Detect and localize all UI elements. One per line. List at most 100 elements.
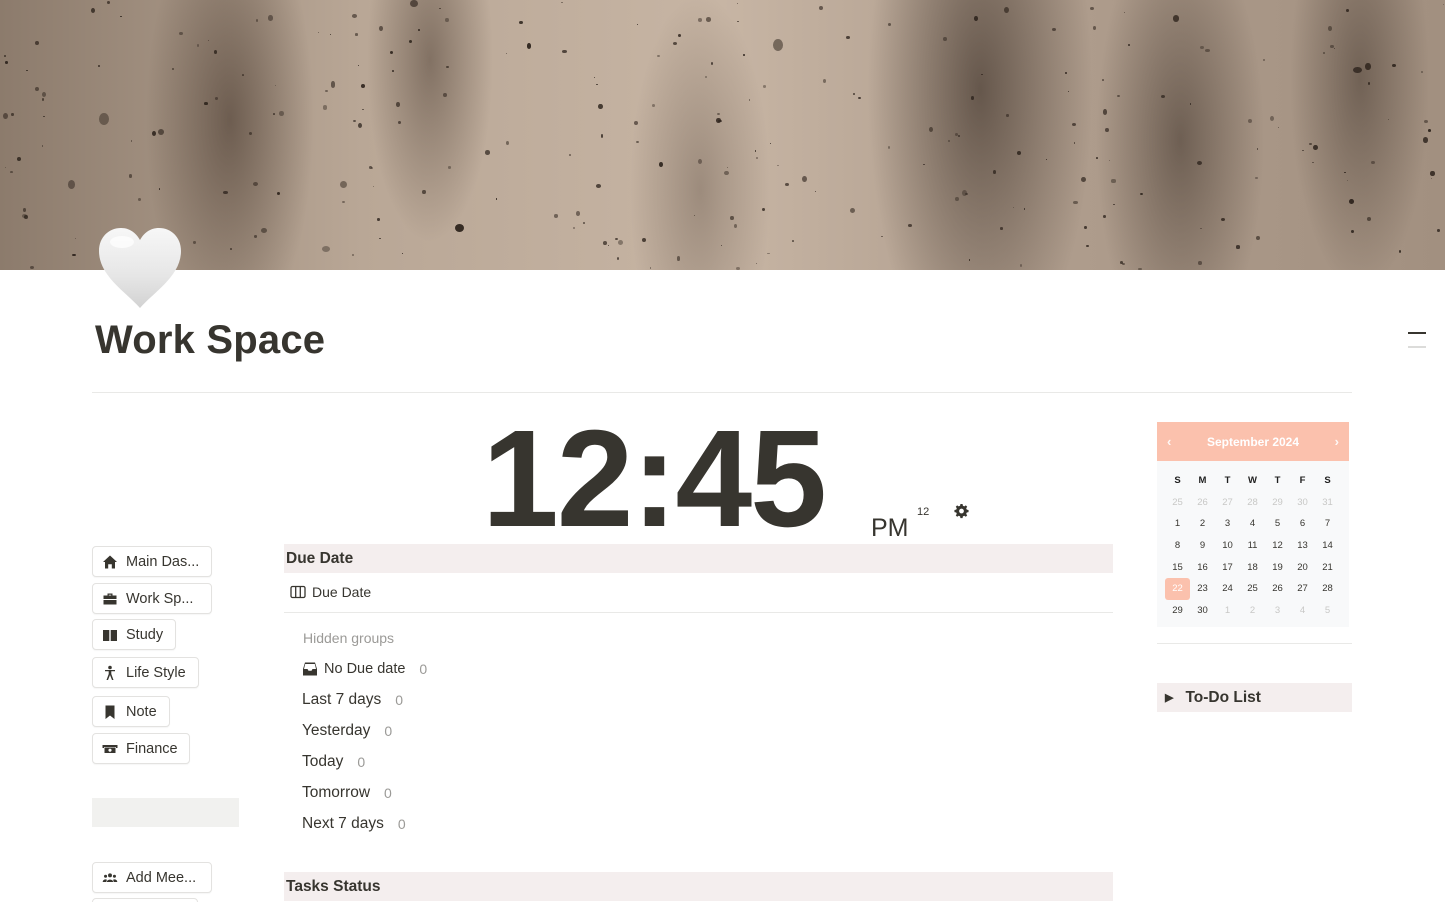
group-label: No Due date [324, 661, 406, 677]
calendar-day[interactable]: 1 [1165, 513, 1190, 535]
cover-speck [151, 130, 156, 137]
calendar-day[interactable]: 20 [1290, 556, 1315, 578]
calendar-day[interactable]: 12 [1265, 535, 1290, 557]
cover-speck [1311, 161, 1314, 164]
chevron-left-icon[interactable]: ‹ [1167, 434, 1171, 449]
calendar-day[interactable]: 7 [1315, 513, 1340, 535]
calendar-day[interactable]: 17 [1215, 556, 1240, 578]
group-yesterday[interactable]: Yesterday 0 [302, 722, 392, 740]
group-tomorrow[interactable]: Tomorrow 0 [302, 784, 392, 802]
calendar-day-today[interactable]: 22 [1165, 577, 1190, 600]
calendar-day[interactable]: 14 [1315, 535, 1340, 557]
cover-speck [253, 181, 259, 187]
calendar-day[interactable]: 16 [1190, 556, 1215, 578]
calendar-day[interactable]: 21 [1315, 556, 1340, 578]
calendar-day[interactable]: 1 [1215, 600, 1240, 622]
calendar-day[interactable]: 2 [1190, 513, 1215, 535]
calendar-day[interactable]: 2 [1240, 600, 1265, 622]
cover-speck [1004, 7, 1009, 14]
nav-button-finance[interactable]: Finance [92, 733, 190, 764]
due-date-header[interactable]: Due Date [284, 544, 1113, 573]
calendar-day[interactable]: 15 [1165, 556, 1190, 578]
cover-speck [357, 123, 362, 129]
page-title[interactable]: Work Space [95, 318, 325, 363]
calendar-day[interactable]: 10 [1215, 535, 1240, 557]
calendar-day[interactable]: 29 [1165, 600, 1190, 622]
cover-speck [755, 262, 758, 264]
calendar-day[interactable]: 3 [1215, 513, 1240, 535]
group-last-7-days[interactable]: Last 7 days 0 [302, 691, 403, 709]
page-cover-image[interactable] [0, 0, 1445, 270]
group-next-7-days[interactable]: Next 7 days 0 [302, 815, 406, 833]
nav-button-note[interactable]: Note [92, 696, 170, 727]
calendar-day[interactable]: 30 [1190, 600, 1215, 622]
tasks-status-header[interactable]: Tasks Status [284, 872, 1113, 901]
cover-speck [676, 256, 681, 261]
cover-speck [362, 108, 364, 110]
cover-speck [1256, 236, 1261, 241]
group-today[interactable]: Today 0 [302, 753, 365, 771]
calendar-day[interactable]: 28 [1240, 492, 1265, 514]
calendar-day[interactable]: 31 [1315, 492, 1340, 514]
calendar-day[interactable]: 29 [1265, 492, 1290, 514]
chevron-right-icon[interactable]: › [1335, 434, 1339, 449]
cover-speck [1084, 225, 1088, 230]
cover-speck [852, 93, 855, 95]
clock-ampm: PM [871, 514, 909, 542]
cover-speck [743, 54, 745, 57]
todo-list-toggle[interactable]: ▶ To-Do List [1157, 683, 1352, 712]
calendar-day[interactable]: 24 [1215, 578, 1240, 600]
triangle-right-icon[interactable]: ▶ [1165, 691, 1173, 704]
calendar-day[interactable]: 26 [1190, 492, 1215, 514]
cover-speck [1248, 119, 1253, 124]
calendar-day[interactable]: 23 [1190, 578, 1215, 600]
nav-button-main-dashboard[interactable]: Main Das... [92, 546, 212, 577]
group-label: Last 7 days [302, 691, 382, 708]
calendar-day[interactable]: 6 [1290, 513, 1315, 535]
cover-speck [887, 145, 890, 149]
cover-speck [641, 238, 646, 243]
add-meeting-button[interactable]: Add Mee... [92, 862, 212, 893]
cover-speck [908, 224, 912, 227]
cover-speck [1353, 66, 1362, 73]
calendar-day[interactable]: 11 [1240, 535, 1265, 557]
calendar-day[interactable]: 26 [1265, 578, 1290, 600]
gear-icon[interactable] [954, 504, 969, 519]
group-label: Yesterday [302, 722, 371, 739]
hidden-groups-label[interactable]: Hidden groups [303, 630, 394, 646]
nav-button-life-style[interactable]: Life Style [92, 657, 199, 688]
calendar-day[interactable]: 5 [1315, 600, 1340, 622]
calendar-day[interactable]: 25 [1240, 578, 1265, 600]
calendar-day[interactable]: 27 [1290, 578, 1315, 600]
cover-speck [572, 227, 575, 230]
cover-speck [267, 15, 273, 21]
nav-button-study[interactable]: Study [92, 619, 176, 650]
white-heart-icon[interactable] [96, 226, 184, 310]
cover-speck [618, 240, 624, 245]
calendar-day[interactable]: 5 [1265, 513, 1290, 535]
calendar-day[interactable]: 25 [1165, 492, 1190, 514]
cover-speck [3, 113, 9, 120]
calendar-day[interactable]: 9 [1190, 535, 1215, 557]
clock-format-toggle[interactable]: 12 [917, 506, 929, 518]
cover-speck [888, 23, 892, 26]
calendar-day[interactable]: 27 [1215, 492, 1240, 514]
calendar-day[interactable]: 13 [1290, 535, 1315, 557]
calendar-day[interactable]: 18 [1240, 556, 1265, 578]
calendar-day[interactable]: 8 [1165, 535, 1190, 557]
cover-speck [279, 111, 285, 116]
nav-button-label: Add Mee... [126, 869, 197, 886]
calendar-day[interactable]: 4 [1290, 600, 1315, 622]
nav-button-work-space[interactable]: Work Sp... [92, 583, 212, 614]
calendar-day[interactable]: 4 [1240, 513, 1265, 535]
table-of-contents-toggle[interactable] [1408, 332, 1426, 352]
calendar-day[interactable]: 30 [1290, 492, 1315, 514]
view-tab-due-date[interactable]: Due Date [290, 584, 371, 600]
calendar-day[interactable]: 28 [1315, 578, 1340, 600]
calendar-day[interactable]: 19 [1265, 556, 1290, 578]
nav-button-partial[interactable] [92, 898, 198, 902]
weekday-label: F [1299, 475, 1306, 487]
calendar-day[interactable]: 3 [1265, 600, 1290, 622]
hidden-group-no-due-date[interactable]: No Due date 0 [302, 661, 427, 677]
cover-speck [1327, 26, 1333, 31]
